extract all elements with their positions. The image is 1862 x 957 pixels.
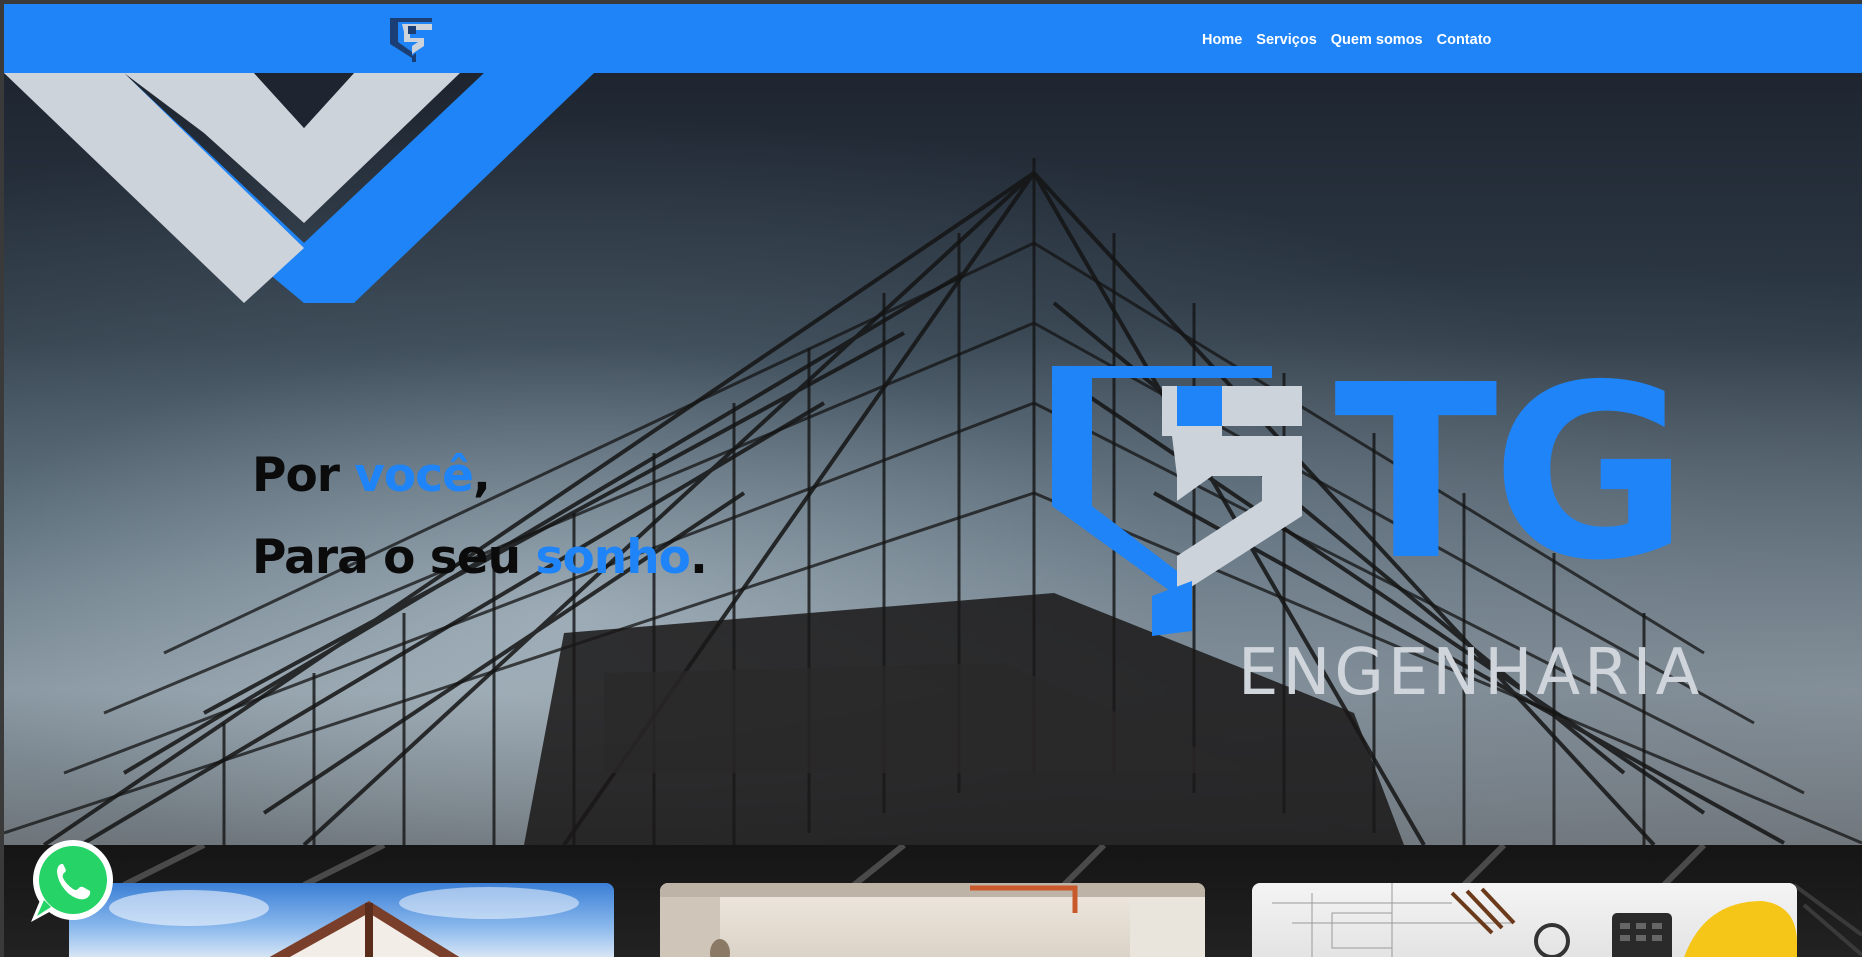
- hero-section: Por você, Para o seu sonho. TG ENGENHARI…: [4, 73, 1862, 845]
- blueprint-tools-image: [1272, 883, 1797, 957]
- page-frame: Home Serviços Quem somos Contato Por voc…: [4, 4, 1862, 957]
- tg-logo-icon[interactable]: [388, 12, 436, 62]
- nav-menu: Home Serviços Quem somos Contato: [1202, 32, 1491, 48]
- hero-line-1: Por você,: [252, 448, 491, 503]
- top-navbar: Home Serviços Quem somos Contato: [4, 4, 1862, 73]
- hero-line-2: Para o seu sonho.: [252, 530, 708, 585]
- whatsapp-icon[interactable]: [25, 836, 117, 928]
- nav-services-link[interactable]: Serviços: [1256, 32, 1316, 48]
- decorative-chevron-shape: [4, 73, 594, 303]
- nav-contact-link[interactable]: Contato: [1437, 32, 1492, 48]
- brand-logo-subtitle: ENGENHARIA: [1238, 636, 1704, 710]
- house-roof-image: [109, 887, 579, 957]
- nav-home-link[interactable]: Home: [1202, 32, 1242, 48]
- nav-about-link[interactable]: Quem somos: [1331, 32, 1423, 48]
- brand-logo: TG ENGENHARIA: [1052, 353, 1699, 710]
- interior-construction-image: [660, 883, 1205, 957]
- services-band: [4, 845, 1862, 957]
- service-card-3[interactable]: [1252, 883, 1797, 957]
- brand-logo-text: TG: [1334, 333, 1689, 613]
- hero-headline: Por você, Para o seu sonho.: [252, 435, 708, 599]
- service-card-2[interactable]: [660, 883, 1205, 957]
- tg-emblem-icon: [1052, 366, 1302, 636]
- service-card-1[interactable]: [69, 883, 614, 957]
